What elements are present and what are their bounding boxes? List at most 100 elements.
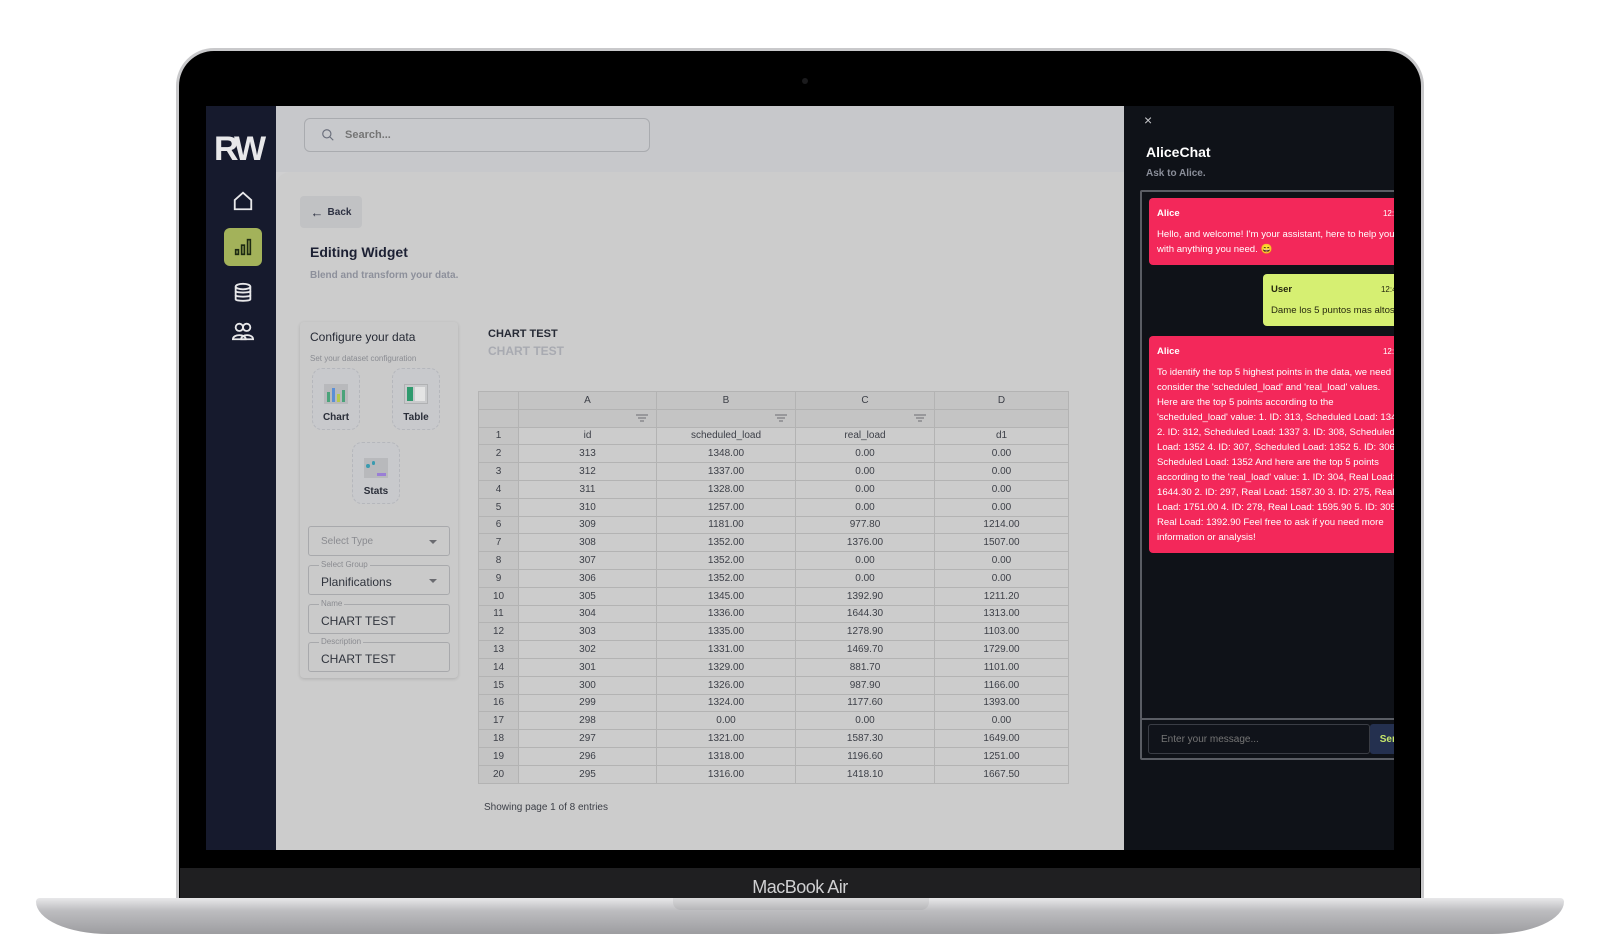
- table-cell[interactable]: 310: [518, 497, 657, 517]
- table-cell[interactable]: 1166.00: [934, 675, 1069, 695]
- send-button[interactable]: Send: [1370, 724, 1394, 754]
- table-cell[interactable]: 1211.20: [934, 586, 1069, 606]
- table-cell[interactable]: 307: [518, 551, 657, 570]
- table-cell[interactable]: 0.00: [934, 462, 1069, 481]
- table-cell[interactable]: 1352.00: [656, 568, 796, 588]
- table-cell[interactable]: 313: [518, 444, 657, 464]
- table-cell[interactable]: 1316.00: [656, 764, 796, 784]
- table-cell[interactable]: 0.00: [795, 551, 935, 570]
- table-cell[interactable]: 1329.00: [656, 657, 796, 677]
- table-cell[interactable]: 1324.00: [656, 693, 796, 713]
- sidebar-item-charts[interactable]: [224, 228, 262, 266]
- table-cell[interactable]: 1181.00: [656, 515, 796, 535]
- table-cell[interactable]: 1392.90: [795, 586, 935, 606]
- table-cell[interactable]: 1331.00: [656, 640, 796, 659]
- table-cell[interactable]: 312: [518, 462, 657, 481]
- table-cell[interactable]: 303: [518, 622, 657, 642]
- table-cell[interactable]: 1214.00: [934, 515, 1069, 535]
- table-cell[interactable]: 1251.00: [934, 746, 1069, 766]
- table-cell[interactable]: 309: [518, 515, 657, 535]
- table-cell[interactable]: id: [518, 426, 657, 446]
- table-cell[interactable]: 1101.00: [934, 657, 1069, 677]
- table-cell[interactable]: 1335.00: [656, 622, 796, 642]
- table-cell[interactable]: 881.70: [795, 657, 935, 677]
- table-cell[interactable]: 306: [518, 568, 657, 588]
- table-cell[interactable]: 1352.00: [656, 551, 796, 570]
- back-button[interactable]: ← Back: [300, 196, 362, 228]
- message-input[interactable]: [1148, 724, 1370, 754]
- table-cell[interactable]: 987.90: [795, 675, 935, 695]
- table-cell[interactable]: 1649.00: [934, 729, 1069, 748]
- table-cell[interactable]: 0.00: [795, 479, 935, 499]
- chat-messages[interactable]: Alice 12:45 Hello, and welcome! I'm your …: [1140, 190, 1394, 720]
- type-tile-chart[interactable]: Chart: [312, 368, 360, 430]
- table-cell[interactable]: real_load: [795, 426, 935, 446]
- table-cell[interactable]: 1278.90: [795, 622, 935, 642]
- column-header[interactable]: B: [656, 391, 796, 410]
- table-cell[interactable]: 0.00: [795, 444, 935, 464]
- table-cell[interactable]: 1328.00: [656, 479, 796, 499]
- table-cell[interactable]: 1376.00: [795, 533, 935, 553]
- table-cell[interactable]: 1337.00: [656, 462, 796, 481]
- search-input[interactable]: [345, 129, 498, 141]
- column-header[interactable]: D: [934, 391, 1069, 410]
- table-cell[interactable]: 0.00: [934, 551, 1069, 570]
- table-cell[interactable]: 1587.30: [795, 729, 935, 748]
- sidebar-item-home[interactable]: [224, 182, 262, 220]
- table-cell[interactable]: 1393.00: [934, 693, 1069, 713]
- table-cell[interactable]: 0.00: [934, 479, 1069, 499]
- table-cell[interactable]: 1196.60: [795, 746, 935, 766]
- table-cell[interactable]: 0.00: [656, 711, 796, 731]
- table-cell[interactable]: 308: [518, 533, 657, 553]
- table-cell[interactable]: 1177.60: [795, 693, 935, 713]
- table-cell[interactable]: 0.00: [795, 497, 935, 517]
- description-field[interactable]: Description CHART TEST: [308, 637, 450, 672]
- table-cell[interactable]: 1667.50: [934, 764, 1069, 784]
- type-tile-table[interactable]: Table: [392, 368, 440, 430]
- table-cell[interactable]: 1103.00: [934, 622, 1069, 642]
- close-icon[interactable]: ×: [1144, 112, 1152, 128]
- table-cell[interactable]: 1313.00: [934, 604, 1069, 624]
- table-cell[interactable]: d1: [934, 426, 1069, 446]
- table-cell[interactable]: 0.00: [934, 444, 1069, 464]
- table-cell[interactable]: 299: [518, 693, 657, 713]
- table-cell[interactable]: 977.80: [795, 515, 935, 535]
- table-cell[interactable]: 1469.70: [795, 640, 935, 659]
- column-header[interactable]: A: [518, 391, 657, 410]
- name-field[interactable]: Name CHART TEST: [308, 599, 450, 634]
- table-cell[interactable]: 0.00: [934, 497, 1069, 517]
- search-box[interactable]: [304, 118, 650, 152]
- sidebar-item-users[interactable]: [224, 312, 262, 350]
- filter-icon[interactable]: [775, 413, 787, 423]
- table-cell[interactable]: 1507.00: [934, 533, 1069, 553]
- table-cell[interactable]: 0.00: [795, 462, 935, 481]
- table-cell[interactable]: 311: [518, 479, 657, 499]
- filter-icon[interactable]: [914, 413, 926, 423]
- table-cell[interactable]: 298: [518, 711, 657, 731]
- table-cell[interactable]: 302: [518, 640, 657, 659]
- table-cell[interactable]: 305: [518, 586, 657, 606]
- sidebar-item-database[interactable]: [224, 274, 262, 312]
- table-cell[interactable]: 295: [518, 764, 657, 784]
- table-cell[interactable]: 300: [518, 675, 657, 695]
- table-cell[interactable]: 1326.00: [656, 675, 796, 695]
- table-cell[interactable]: 1318.00: [656, 746, 796, 766]
- table-cell[interactable]: 301: [518, 657, 657, 677]
- table-cell[interactable]: 1644.30: [795, 604, 935, 624]
- table-cell[interactable]: 297: [518, 729, 657, 748]
- table-cell[interactable]: 1336.00: [656, 604, 796, 624]
- table-cell[interactable]: scheduled_load: [656, 426, 796, 446]
- table-cell[interactable]: 1345.00: [656, 586, 796, 606]
- select-group-dropdown[interactable]: Select Group Planifications: [308, 560, 450, 595]
- table-cell[interactable]: 1321.00: [656, 729, 796, 748]
- table-cell[interactable]: 1352.00: [656, 533, 796, 553]
- table-cell[interactable]: 1729.00: [934, 640, 1069, 659]
- column-header[interactable]: C: [795, 391, 935, 410]
- table-cell[interactable]: 0.00: [934, 711, 1069, 731]
- filter-icon[interactable]: [636, 413, 648, 423]
- select-type-dropdown[interactable]: Select Type: [308, 526, 450, 556]
- type-tile-stats[interactable]: Stats: [352, 442, 400, 504]
- table-cell[interactable]: 0.00: [934, 568, 1069, 588]
- table-cell[interactable]: 1257.00: [656, 497, 796, 517]
- table-cell[interactable]: 1348.00: [656, 444, 796, 464]
